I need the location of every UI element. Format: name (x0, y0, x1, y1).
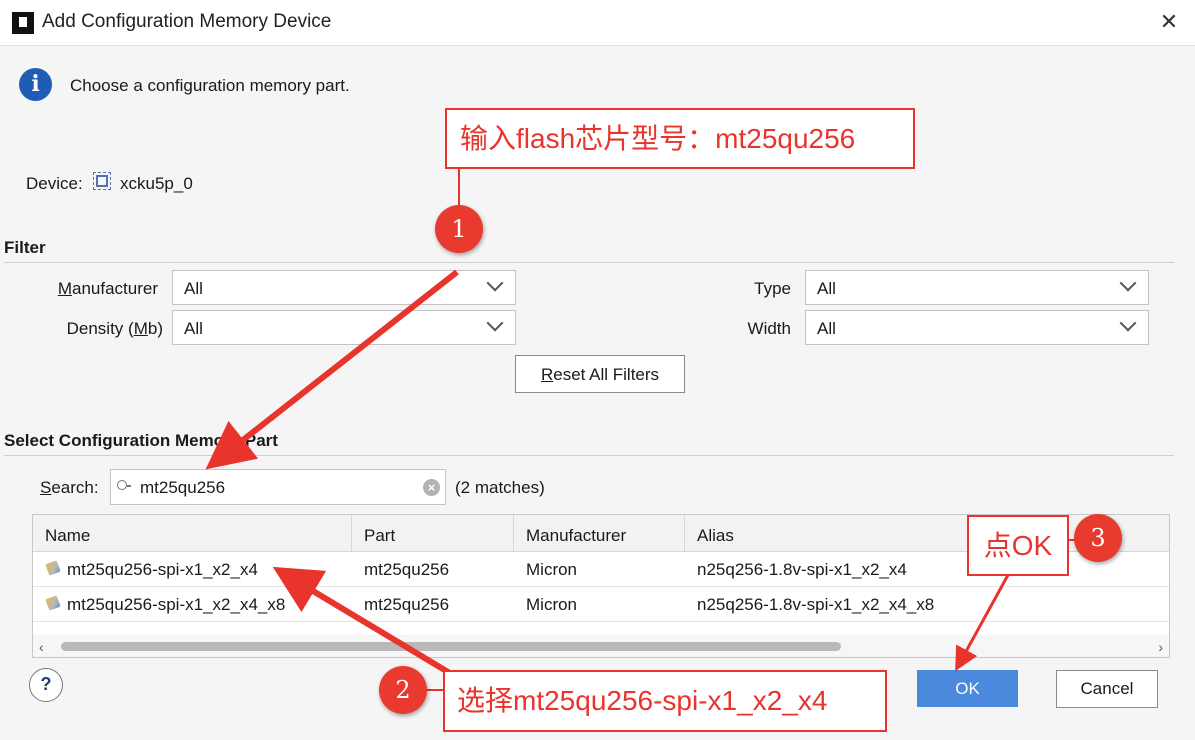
callout-step-2: 选择mt25qu256-spi-x1_x2_x4 (443, 670, 887, 732)
step-badge-2: 2 (379, 666, 427, 714)
step-badge-1: 1 (435, 205, 483, 253)
callout-step-1: 输入flash芯片型号：mt25qu256 (445, 108, 915, 169)
step-badge-3: 3 (1074, 514, 1122, 562)
callout-step-3: 点OK (967, 515, 1069, 576)
